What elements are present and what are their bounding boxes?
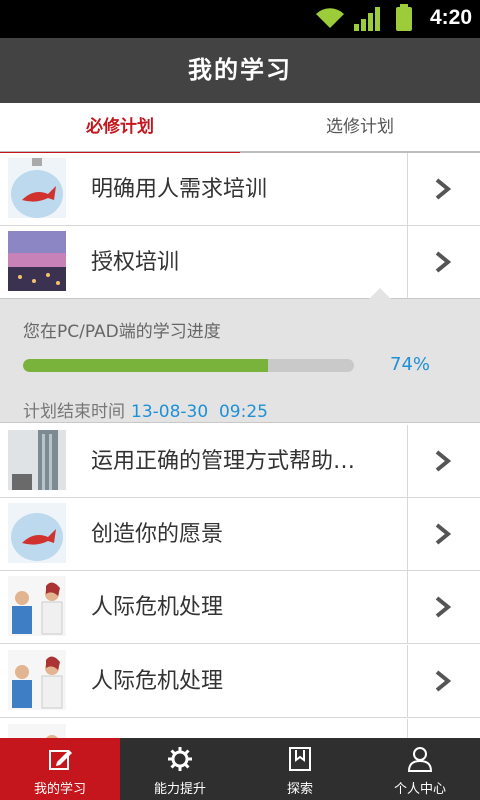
- course-list: 明确用人需求培训 授权培训 您在PC/PAD端的学习进度 74% 计划结束时间 …: [0, 153, 480, 738]
- row-divider: [407, 226, 408, 299]
- list-item[interactable]: 人际危机处理: [0, 571, 480, 644]
- nav-label: 个人中心: [393, 782, 446, 797]
- chevron-right-icon[interactable]: [434, 523, 452, 545]
- list-item[interactable]: 授权培训: [0, 226, 480, 299]
- row-divider: [407, 425, 408, 498]
- list-item[interactable]: 运用正确的管理方式帮助…: [0, 425, 480, 498]
- page-title: 我的学习: [188, 56, 292, 84]
- status-bar: 4:20: [0, 0, 480, 38]
- chevron-right-icon[interactable]: [434, 178, 452, 200]
- battery-icon: [396, 4, 412, 31]
- row-divider: [407, 645, 408, 718]
- course-thumbnail: [8, 650, 66, 710]
- plan-end-label: 计划结束时间: [23, 402, 125, 422]
- bottom-nav: 我的学习 能力提升 探索 个人中心: [0, 738, 480, 800]
- course-thumbnail: [8, 503, 66, 563]
- course-thumbnail: [8, 724, 66, 738]
- person-icon: [407, 747, 433, 772]
- signal-icon: [354, 7, 380, 31]
- wifi-icon: [316, 8, 344, 28]
- list-item-label: 明确用人需求培训: [91, 177, 268, 202]
- plan-tabs: 必修计划 选修计划: [0, 103, 480, 155]
- tab-elective-plan[interactable]: 选修计划: [240, 103, 480, 153]
- list-item-label: 运用正确的管理方式帮助…: [91, 449, 356, 474]
- list-item[interactable]: 创造你的愿景: [0, 498, 480, 571]
- row-divider: [407, 719, 408, 738]
- progress-panel: 您在PC/PAD端的学习进度 74% 计划结束时间 13-08-30 09:25: [0, 288, 480, 423]
- nav-label: 探索: [286, 782, 313, 797]
- nav-label: 我的学习: [33, 782, 86, 797]
- edit-icon: [49, 750, 72, 770]
- list-item-label: 创造你的愿景: [91, 522, 224, 547]
- row-divider: [407, 153, 408, 226]
- progress-bar-fill: [23, 359, 268, 372]
- list-item-label: 人际危机处理: [91, 595, 224, 620]
- list-item-label: 人际危机处理: [91, 669, 224, 694]
- list-item-label: 授权培训: [91, 250, 180, 275]
- list-item[interactable]: 人际危机处理: [0, 645, 480, 718]
- panel-notch: [369, 288, 391, 299]
- plan-end-time: 计划结束时间 13-08-30 09:25: [23, 397, 268, 422]
- course-thumbnail: [8, 430, 66, 490]
- progress-bar: [23, 359, 354, 372]
- nav-label: 能力提升: [153, 782, 206, 797]
- list-item[interactable]: [0, 719, 480, 738]
- course-thumbnail: [8, 576, 66, 636]
- bookmark-icon: [289, 747, 311, 771]
- course-thumbnail: [8, 231, 66, 291]
- row-divider: [407, 571, 408, 644]
- list-item[interactable]: 明确用人需求培训: [0, 153, 480, 226]
- course-thumbnail: [8, 158, 66, 218]
- plan-end-date: 13-08-30 09:25: [131, 402, 268, 422]
- row-divider: [407, 498, 408, 571]
- nav-personal-center[interactable]: 个人中心: [360, 738, 480, 800]
- nav-explore[interactable]: 探索: [240, 738, 360, 800]
- clock: 4:20: [429, 6, 472, 29]
- chevron-right-icon[interactable]: [434, 251, 452, 273]
- progress-percent: 74%: [390, 354, 431, 375]
- chevron-right-icon[interactable]: [434, 670, 452, 692]
- chevron-right-icon[interactable]: [434, 596, 452, 618]
- nav-ability[interactable]: 能力提升: [120, 738, 240, 800]
- tab-required-plan[interactable]: 必修计划: [0, 103, 240, 155]
- gear-icon: [168, 747, 192, 771]
- nav-my-learning[interactable]: 我的学习: [0, 738, 120, 800]
- title-bar: 我的学习: [0, 38, 480, 103]
- chevron-right-icon[interactable]: [434, 450, 452, 472]
- progress-heading: 您在PC/PAD端的学习进度: [23, 322, 221, 342]
